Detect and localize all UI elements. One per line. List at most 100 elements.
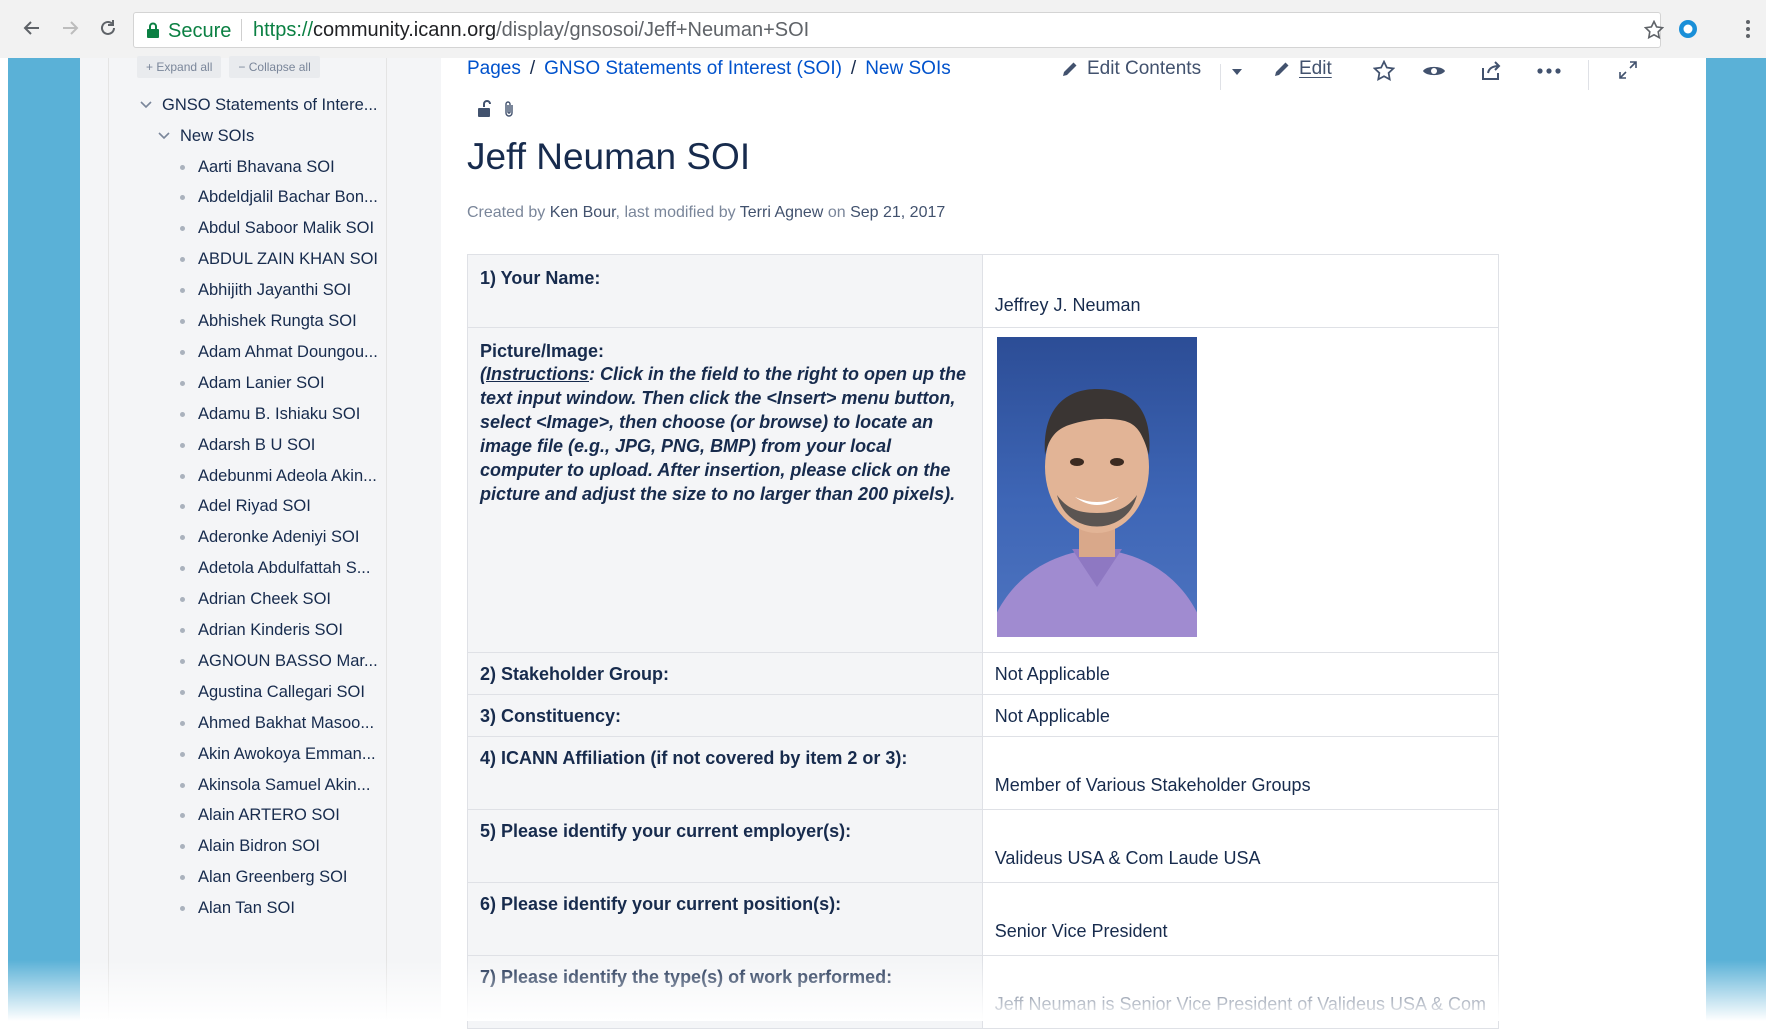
tree-item-page[interactable]: ABDUL ZAIN KHAN SOI: [180, 247, 378, 273]
tree-item-page[interactable]: Alain ARTERO SOI: [180, 803, 340, 829]
tree-item-label: AGNOUN BASSO Mar...: [198, 651, 378, 670]
picture-label: Picture/Image:: [480, 341, 605, 361]
tree-item-label: Abhijith Jayanthi SOI: [198, 281, 352, 300]
tree-item-page[interactable]: AGNOUN BASSO Mar...: [180, 648, 378, 674]
byline-creator[interactable]: Ken Bour: [550, 204, 616, 221]
tree-item-page[interactable]: Adetola Abdulfattah S...: [180, 556, 370, 582]
tree-item-label: Alan Greenberg SOI: [198, 868, 348, 887]
expand-all-button[interactable]: + Expand all: [137, 56, 222, 78]
more-actions-icon[interactable]: [1537, 68, 1561, 74]
tree-item-page[interactable]: Aarti Bhavana SOI: [180, 154, 335, 180]
bullet-icon: [180, 411, 185, 417]
page-metadata-icons: [477, 100, 515, 118]
share-icon[interactable]: [1480, 60, 1502, 82]
kebab-menu-icon: [1746, 20, 1750, 38]
page-title: Jeff Neuman SOI: [467, 136, 751, 177]
tree-item-page[interactable]: Adarsh B U SOI: [180, 432, 315, 458]
bullet-icon: [180, 844, 185, 850]
bullet-icon: [180, 380, 185, 386]
url-path: /display/gnsosoi/Jeff+Neuman+SOI: [496, 19, 810, 41]
tree-item-page[interactable]: Adam Lanier SOI: [180, 370, 325, 396]
tree-item-root[interactable]: GNSO Statements of Intere...: [140, 92, 378, 118]
caret-down-icon[interactable]: [1231, 68, 1243, 76]
table-row: 5) Please identify your current employer…: [467, 809, 1500, 883]
tree-item-label: Agustina Callegari SOI: [198, 682, 365, 701]
bullet-icon: [180, 349, 185, 355]
paperclip-icon[interactable]: [503, 100, 515, 118]
reload-button[interactable]: [94, 14, 122, 42]
byline-date[interactable]: Sep 21, 2017: [850, 204, 945, 221]
forward-button[interactable]: [56, 14, 84, 42]
page-byline: Created by Ken Bour, last modified by Te…: [467, 204, 945, 222]
tree-item-page[interactable]: Akin Awokoya Emman...: [180, 741, 376, 767]
tree-item-page[interactable]: Agustina Callegari SOI: [180, 679, 365, 705]
tree-root-label: GNSO Statements of Intere...: [162, 95, 378, 114]
tree-item-label: Abdeldjalil Bachar Bon...: [198, 188, 378, 207]
favourite-star-icon[interactable]: [1373, 60, 1395, 82]
tree-item-page[interactable]: Adam Ahmat Doungou...: [180, 339, 378, 365]
instructions-label: Instructions: [486, 364, 590, 384]
bullet-icon: [180, 319, 185, 324]
page-background-left: [8, 58, 80, 1021]
extension-button[interactable]: [1674, 15, 1702, 43]
unlocked-padlock-icon[interactable]: [477, 100, 493, 118]
tree-item-page[interactable]: Abdul Saboor Malik SOI: [180, 216, 374, 242]
edit-button[interactable]: Edit: [1273, 58, 1332, 80]
tree-item-page[interactable]: Adel Riyad SOI: [180, 494, 311, 520]
table-row: 4) ICANN Affiliation (if not covered by …: [467, 736, 1500, 810]
tree-item-label: Abdul Saboor Malik SOI: [198, 219, 375, 238]
bullet-icon: [180, 473, 185, 479]
forward-arrow-icon: [63, 21, 79, 35]
tree-item-page[interactable]: Abhishek Rungta SOI: [180, 309, 357, 335]
tree-item-page[interactable]: Adebunmi Adeola Akin...: [180, 463, 377, 489]
byline-created-label: Created by: [467, 204, 546, 221]
fullscreen-expand-icon[interactable]: [1618, 60, 1638, 80]
tree-item-page[interactable]: Akinsola Samuel Akin...: [180, 772, 370, 798]
url-divider: [241, 19, 242, 41]
tree-item-label: ABDUL ZAIN KHAN SOI: [198, 250, 379, 269]
tree-item-label: Adam Ahmat Doungou...: [198, 342, 378, 361]
back-button[interactable]: [18, 14, 46, 42]
table-row: 6) Please identify your current position…: [467, 882, 1500, 956]
chevron-down-icon[interactable]: [140, 101, 152, 109]
tree-item-page[interactable]: Abhijith Jayanthi SOI: [180, 278, 351, 304]
edit-contents-button[interactable]: Edit Contents: [1061, 58, 1201, 80]
byline-modifier[interactable]: Terri Agnew: [740, 204, 824, 221]
tree-item-page[interactable]: Alan Tan SOI: [180, 896, 295, 922]
bullet-icon: [180, 257, 185, 263]
tree-item-page[interactable]: Abdeldjalil Bachar Bon...: [180, 185, 378, 211]
tree-item-page[interactable]: Alain Bidron SOI: [180, 834, 320, 860]
tree-item-page[interactable]: Adamu B. Ishiaku SOI: [180, 401, 360, 427]
table-row: 1) Your Name: Jeffrey J. Neuman: [467, 254, 1500, 328]
bullet-icon: [180, 535, 185, 541]
tree-item-page[interactable]: Aderonke Adeniyi SOI: [180, 525, 359, 551]
tree-item-label: Alan Tan SOI: [198, 899, 295, 918]
answer-employer: Valideus USA & Com Laude USA: [981, 809, 1500, 883]
main-content: Pages / GNSO Statements of Interest (SOI) /…: [441, 58, 1706, 1029]
bullet-icon: [180, 226, 185, 232]
sidebar-gutter: [427, 58, 441, 1021]
answer-icann-affiliation: Member of Various Stakeholder Groups: [981, 736, 1500, 810]
answer-constituency: Not Applicable: [981, 694, 1500, 737]
tree-item-page[interactable]: Ahmed Bakhat Masoo...: [180, 710, 374, 736]
tree-item-page[interactable]: Adrian Kinderis SOI: [180, 618, 343, 644]
tree-item-label: Aderonke Adeniyi SOI: [198, 528, 360, 547]
question-position: 6) Please identify your current position…: [467, 882, 983, 956]
bookmark-star-icon[interactable]: [1644, 20, 1664, 40]
edit-label: Edit: [1299, 58, 1332, 79]
tree-item-page[interactable]: Adrian Cheek SOI: [180, 587, 331, 613]
collapse-all-button[interactable]: − Collapse all: [229, 56, 320, 78]
toolbar-divider: [1588, 60, 1589, 90]
tree-item-label: Alain ARTERO SOI: [198, 806, 340, 825]
browser-menu-button[interactable]: [1740, 15, 1756, 43]
tree-item-folder[interactable]: New SOIs: [158, 123, 254, 149]
tree-item-label: Adel Riyad SOI: [198, 497, 311, 516]
tree-item-label: Adam Lanier SOI: [198, 373, 325, 392]
tree-item-page[interactable]: Alan Greenberg SOI: [180, 865, 348, 891]
watch-eye-icon[interactable]: [1422, 63, 1446, 79]
address-bar[interactable]: Secure https://community.icann.org/displ…: [133, 12, 1664, 48]
reload-icon: [101, 20, 115, 35]
byline-modified-label: , last modified by: [615, 204, 736, 221]
chevron-down-icon[interactable]: [158, 132, 170, 140]
pencil-icon: [1275, 62, 1289, 76]
